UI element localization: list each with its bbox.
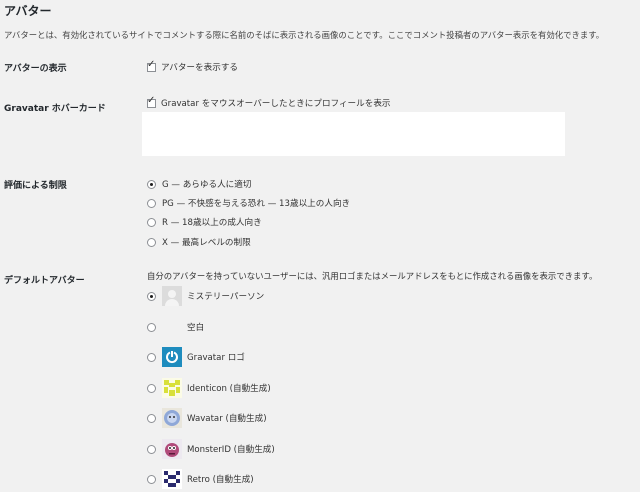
default-avatar-description: 自分のアバターを持っていないユーザーには、汎用ロゴまたはメールアドレスをもとに作… — [147, 271, 598, 281]
rating-option-label: G — あらゆる人に適切 — [162, 180, 252, 190]
retro-icon — [162, 469, 182, 489]
radio-button[interactable] — [147, 217, 156, 227]
rating-option-r[interactable]: R — 18歳以上の成人向き — [147, 216, 262, 228]
show-avatars-checkbox-label: アバターを表示する — [161, 63, 239, 73]
rating-label: 評価による制限 — [4, 181, 67, 191]
checkmark-icon: ✓ — [147, 94, 156, 106]
radio-button[interactable] — [147, 413, 156, 423]
default-avatar-option-monsterid[interactable]: MonsterID (自動生成) — [147, 439, 275, 459]
rating-option-g[interactable]: G — あらゆる人に適切 — [147, 178, 251, 190]
show-avatars-option[interactable]: ✓ アバターを表示する — [147, 58, 239, 73]
blank-icon — [162, 317, 182, 337]
radio-button[interactable] — [147, 352, 156, 362]
radio-button[interactable] — [147, 179, 156, 189]
rating-option-x[interactable]: X — 最高レベルの制限 — [147, 236, 251, 248]
radio-button[interactable] — [147, 237, 156, 247]
default-avatar-option-blank[interactable]: 空白 — [147, 317, 204, 337]
radio-button[interactable] — [147, 444, 156, 454]
avatar-option-label: Gravatar ロゴ — [187, 353, 245, 363]
radio-button[interactable] — [147, 474, 156, 484]
default-avatar-option-wavatar[interactable]: Wavatar (自動生成) — [147, 408, 267, 428]
section-title: アバター — [4, 4, 52, 18]
section-description: アバターとは、有効化されているサイトでコメントする際に名前のそばに表示される画像… — [4, 30, 605, 40]
radio-button[interactable] — [147, 291, 156, 301]
show-avatars-checkbox[interactable]: ✓ — [147, 58, 156, 72]
rating-option-label: R — 18歳以上の成人向き — [162, 218, 262, 228]
default-avatar-option-identicon[interactable]: Identicon (自動生成) — [147, 378, 271, 398]
default-avatar-option-mystery[interactable]: ミステリーパーソン — [147, 286, 264, 306]
default-avatar-option-retro[interactable]: Retro (自動生成) — [147, 469, 254, 489]
avatar-option-label: 空白 — [187, 323, 205, 333]
radio-button[interactable] — [147, 322, 156, 332]
avatar-option-label: Wavatar (自動生成) — [187, 414, 267, 424]
gravatar-logo-icon — [162, 347, 182, 367]
show-avatars-label: アバターの表示 — [4, 64, 67, 74]
default-avatar-option-gravatar[interactable]: Gravatar ロゴ — [147, 347, 245, 367]
avatar-option-label: Identicon (自動生成) — [187, 384, 271, 394]
monsterid-icon — [162, 439, 182, 459]
hovercards-option[interactable]: ✓ Gravatar をマウスオーバーしたときにプロフィールを表示 — [147, 94, 391, 109]
hovercard-preview-box — [142, 112, 565, 156]
radio-button[interactable] — [147, 383, 156, 393]
hovercards-checkbox-label: Gravatar をマウスオーバーしたときにプロフィールを表示 — [161, 99, 391, 109]
mystery-person-icon — [162, 286, 182, 306]
default-avatar-label: デフォルトアバター — [4, 276, 85, 286]
hovercards-checkbox[interactable]: ✓ — [147, 94, 156, 108]
avatar-option-label: ミステリーパーソン — [187, 292, 265, 302]
rating-option-pg[interactable]: PG — 不快感を与える恐れ — 13歳以上の人向き — [147, 197, 350, 209]
radio-button[interactable] — [147, 198, 156, 208]
rating-option-label: PG — 不快感を与える恐れ — 13歳以上の人向き — [162, 199, 351, 209]
identicon-icon — [162, 378, 182, 398]
avatar-option-label: Retro (自動生成) — [187, 475, 254, 485]
avatar-option-label: MonsterID (自動生成) — [187, 445, 275, 455]
checkmark-icon: ✓ — [147, 58, 156, 70]
rating-option-label: X — 最高レベルの制限 — [162, 238, 251, 248]
wavatar-icon — [162, 408, 182, 428]
hovercards-label: Gravatar ホバーカード — [4, 104, 106, 114]
